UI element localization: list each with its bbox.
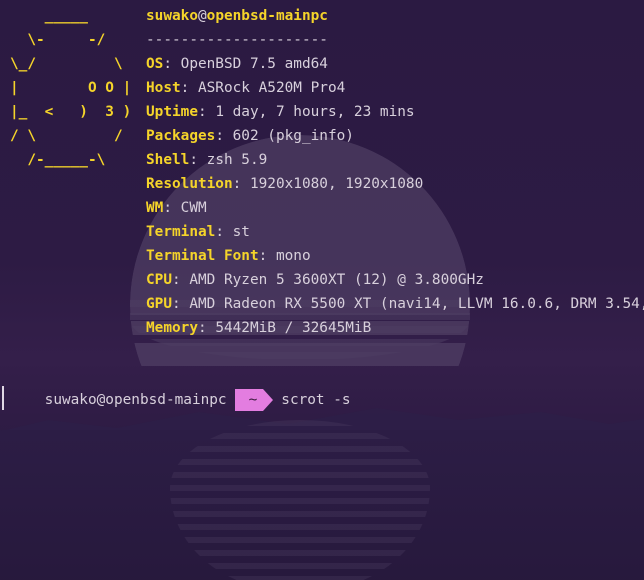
info-key: WM	[146, 200, 164, 216]
info-value: 5442MiB / 32645MiB	[215, 320, 372, 336]
prompt-directory: ~	[248, 392, 258, 408]
info-value: AMD Ryzen 5 3600XT (12) @ 3.800GHz	[189, 272, 484, 288]
info-value: AMD Radeon RX 5500 XT (navi14, LLVM 16.0…	[189, 296, 644, 312]
info-key: OS	[146, 56, 164, 72]
text-cursor[interactable]	[2, 386, 4, 410]
info-key: Memory	[146, 320, 198, 336]
info-row-host: Host: ASRock A520M Pro4	[146, 80, 346, 96]
info-key: Shell	[146, 152, 190, 168]
logo-line: _____	[10, 8, 88, 24]
info-row-terminal: Terminal: st	[146, 224, 250, 240]
prompt-directory-badge: ~	[234, 389, 273, 411]
info-separator: ---------------------	[146, 32, 328, 48]
info-row-wm: WM: CWM	[146, 200, 207, 216]
prompt-command: scrot -s	[281, 392, 351, 408]
info-value: st	[232, 224, 250, 240]
logo-line: \- -/	[10, 32, 106, 48]
header-user: suwako	[146, 8, 198, 24]
logo-line: /-_____-\	[10, 152, 106, 168]
info-key: Host	[146, 80, 181, 96]
logo-line: | O O |	[10, 80, 132, 96]
wallpaper-sun-reflection	[170, 420, 430, 580]
system-info: suwako@openbsd-mainpc ------------------…	[146, 4, 644, 340]
info-value: 602 (pkg_info)	[232, 128, 354, 144]
info-row-packages: Packages: 602 (pkg_info)	[146, 128, 354, 144]
info-value: ASRock A520M Pro4	[197, 80, 346, 96]
openbsd-ascii-logo: _____ \- -/ \_/ \ | O O | |_ < ) 3 ) / \…	[10, 4, 131, 172]
info-value: mono	[275, 248, 311, 264]
info-row-memory: Memory: 5442MiB / 32645MiB	[146, 320, 372, 336]
info-row-shell: Shell: zsh 5.9	[146, 152, 268, 168]
info-value: CWM	[180, 200, 207, 216]
logo-line: \_/ \	[10, 56, 123, 72]
info-row-terminal-font: Terminal Font: mono	[146, 248, 311, 264]
shell-prompt-line: suwako@openbsd-mainpc ~ scrot -s	[10, 364, 351, 411]
info-key: Terminal Font	[146, 248, 259, 264]
logo-line: / \ /	[10, 128, 123, 144]
info-key: CPU	[146, 272, 172, 288]
info-value: 1 day, 7 hours, 23 mins	[215, 104, 415, 120]
info-row-gpu: GPU: AMD Radeon RX 5500 XT (navi14, LLVM…	[146, 292, 644, 316]
info-value: zsh 5.9	[206, 152, 268, 168]
info-row-os: OS: OpenBSD 7.5 amd64	[146, 56, 328, 72]
info-key: Uptime	[146, 104, 198, 120]
info-key: Terminal	[146, 224, 216, 240]
info-key: Resolution	[146, 176, 233, 192]
prompt-user-host: suwako@openbsd-mainpc	[44, 392, 227, 408]
info-row-resolution: Resolution: 1920x1080, 1920x1080	[146, 176, 424, 192]
header-at: @	[197, 8, 207, 24]
info-value: 1920x1080, 1920x1080	[249, 176, 424, 192]
info-key: Packages	[146, 128, 216, 144]
info-value: OpenBSD 7.5 amd64	[180, 56, 328, 72]
header-host: openbsd-mainpc	[206, 8, 328, 24]
info-header: suwako@openbsd-mainpc	[146, 4, 644, 28]
info-key: GPU	[146, 296, 172, 312]
info-row-uptime: Uptime: 1 day, 7 hours, 23 mins	[146, 104, 415, 120]
logo-line: |_ < ) 3 )	[10, 104, 132, 120]
info-row-cpu: CPU: AMD Ryzen 5 3600XT (12) @ 3.800GHz	[146, 272, 484, 288]
